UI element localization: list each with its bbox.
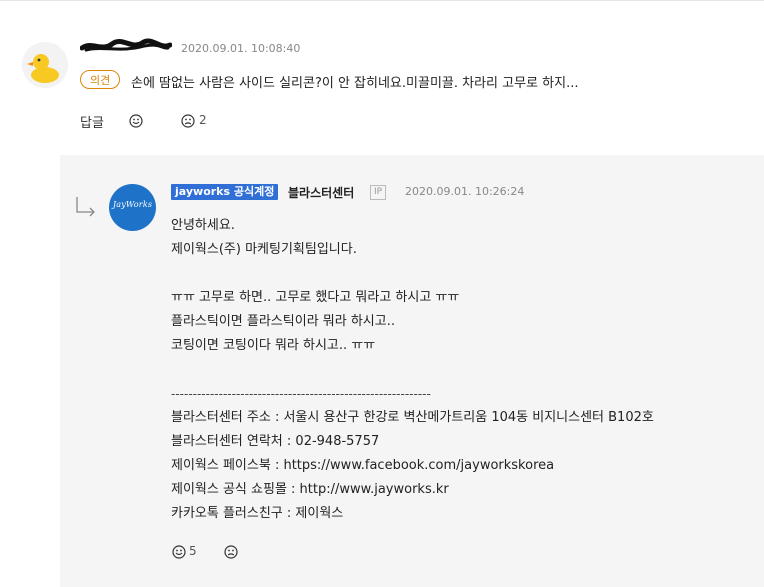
reply-line: 플라스틱이면 플라스틱이라 뭐라 하시고.. (171, 314, 395, 329)
jayworks-logo: JayWorks (112, 200, 153, 209)
reply-line (171, 262, 654, 286)
smile-face-icon[interactable] (129, 114, 143, 128)
reply-arrow-icon (76, 197, 95, 217)
opinion-badge: 의견 (80, 70, 121, 89)
reply-line: ㅠㅠ 고무로 하면.. 고무로 했다고 뭐라고 하시고 ㅠㅠ (171, 290, 460, 305)
separator-line: ----------------------------------------… (171, 387, 431, 401)
reply-timestamp: 2020.09.01. 10:26:24 (405, 185, 525, 198)
comment-dislike-count: 2 (199, 113, 207, 127)
frown-face-icon[interactable] (224, 545, 238, 559)
official-account-badge: jayworks 공식계정 (171, 184, 279, 200)
avatar-jayworks[interactable]: JayWorks (109, 184, 156, 231)
reply-line-facebook: 제이웍스 페이스북 : https://www.facebook.com/jay… (171, 458, 555, 473)
reply-author[interactable]: 블라스터센터 (288, 184, 354, 201)
reply-line-shop: 제이웍스 공식 쇼핑몰 : http://www.jayworks.kr (171, 482, 449, 497)
reply-line-phone: 블라스터센터 연락처 : 02-948-5757 (171, 434, 380, 449)
reply-line-address: 블라스터센터 주소 : 서울시 용산구 한강로 벽산메가트리움 104동 비지니… (171, 410, 654, 425)
reply-line-kakao: 카카오톡 플러스친구 : 제이웍스 (171, 506, 344, 521)
avatar-duck[interactable] (22, 42, 68, 88)
reply-body: 안녕하세요. 제이웍스(주) 마케팅기획팀입니다. ㅠㅠ 고무로 하면.. 고무… (171, 214, 654, 526)
frown-face-icon[interactable] (181, 114, 195, 128)
reply-line: 제이웍스(주) 마케팅기획팀입니다. (171, 242, 357, 257)
reply-button[interactable]: 답글 (80, 112, 104, 131)
comment-text: 손에 땀없는 사람은 사이드 실리콘?이 안 잡히네요.미끌미끌. 차라리 고무… (131, 76, 579, 91)
author-name-redacted (80, 38, 172, 52)
duck-icon (22, 42, 68, 88)
ip-badge: IP (370, 185, 387, 200)
reply-line: 코팅이면 코팅이다 뭐라 하시고.. ㅠㅠ (171, 338, 376, 353)
smile-face-icon[interactable] (172, 545, 186, 559)
reply-line (171, 358, 654, 382)
reply-line: 안녕하세요. (171, 218, 235, 233)
top-divider (0, 0, 764, 1)
reply-like-count: 5 (189, 544, 197, 558)
comment-timestamp: 2020.09.01. 10:08:40 (181, 42, 301, 55)
